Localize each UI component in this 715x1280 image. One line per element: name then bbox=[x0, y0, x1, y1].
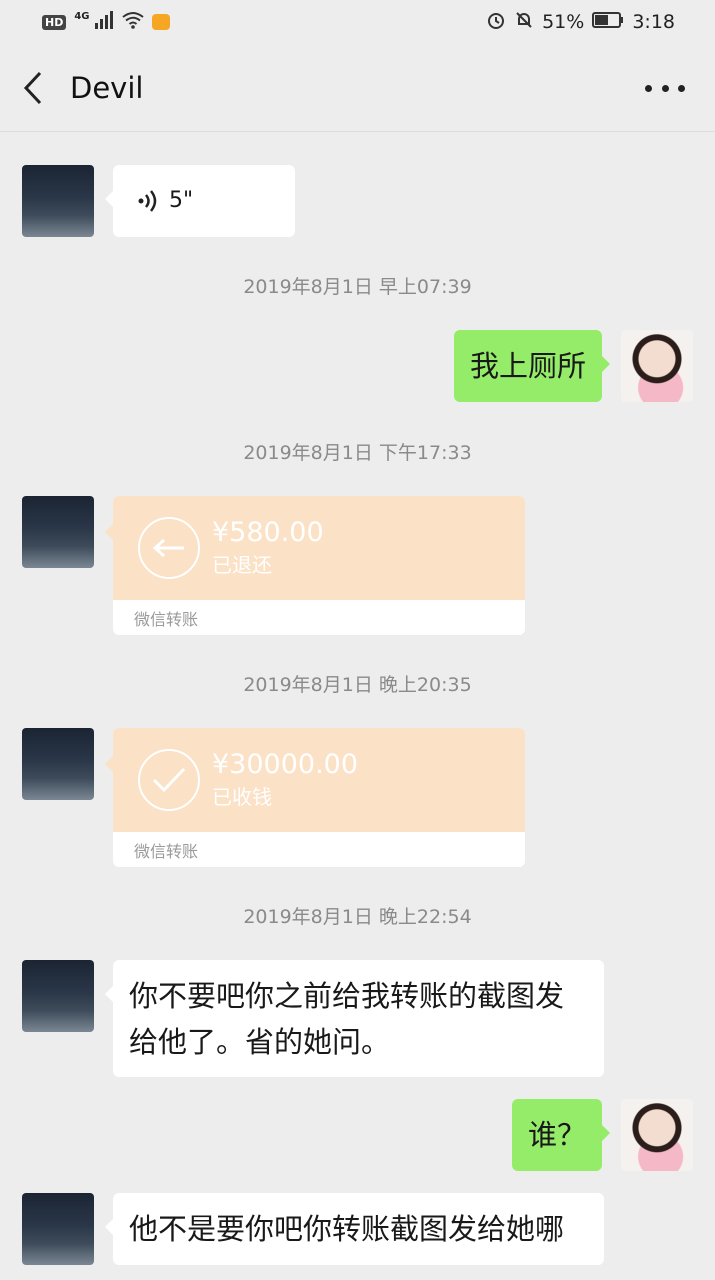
clock-time: 3:18 bbox=[632, 11, 675, 33]
return-arrow-icon bbox=[138, 517, 200, 579]
contact-text-bubble[interactable]: 他不是要你吧你转账截图发给她哪 bbox=[105, 1193, 604, 1265]
status-left: HD 4G bbox=[42, 10, 170, 34]
transfer-status: 已收钱 bbox=[212, 785, 272, 809]
dot-icon bbox=[661, 84, 669, 92]
chat-header: Devil bbox=[0, 44, 715, 132]
transfer-status: 已退还 bbox=[212, 553, 272, 577]
status-bar: HD 4G 51% 3:18 bbox=[0, 0, 715, 44]
transfer-footer: 微信转账 bbox=[113, 832, 525, 867]
transfer-footer: 微信转账 bbox=[113, 600, 525, 635]
transfer-card[interactable]: ¥580.00 已退还 微信转账 bbox=[105, 496, 525, 635]
contact-avatar[interactable] bbox=[22, 165, 94, 237]
status-right: 51% 3:18 bbox=[486, 10, 675, 35]
check-icon bbox=[138, 749, 200, 811]
contact-avatar[interactable] bbox=[22, 728, 94, 800]
message-row: 你不要吧你之前给我转账的截图发 给他了。省的她问。 bbox=[0, 960, 715, 1077]
message-row: ¥30000.00 已收钱 微信转账 bbox=[0, 728, 715, 867]
voice-message-bubble[interactable]: 5" bbox=[105, 165, 295, 237]
timestamp: 2019年8月1日 下午17:33 bbox=[243, 442, 472, 464]
wifi-icon bbox=[121, 11, 144, 34]
mail-notification-icon bbox=[151, 14, 170, 30]
message-row: ¥580.00 已退还 微信转账 bbox=[0, 496, 715, 635]
transfer-amount: ¥30000.00 bbox=[212, 749, 359, 780]
dot-icon bbox=[645, 84, 652, 92]
chat-title: Devil bbox=[70, 70, 144, 105]
alarm-icon bbox=[486, 10, 506, 35]
mute-bell-icon bbox=[514, 10, 534, 35]
contact-text-bubble[interactable]: 你不要吧你之前给我转账的截图发 给他了。省的她问。 bbox=[105, 960, 604, 1077]
signal-icon bbox=[94, 10, 114, 34]
message-row: 5" bbox=[0, 165, 715, 237]
back-button[interactable] bbox=[22, 66, 58, 110]
voice-wave-icon bbox=[138, 190, 157, 212]
battery-icon bbox=[592, 11, 624, 33]
my-text-bubble[interactable]: 我上厕所 bbox=[453, 330, 611, 402]
chevron-left-icon bbox=[23, 71, 42, 104]
timestamp: 2019年8月1日 早上07:39 bbox=[243, 276, 472, 298]
transfer-card[interactable]: ¥30000.00 已收钱 微信转账 bbox=[105, 728, 525, 867]
timestamp: 2019年8月1日 晚上22:54 bbox=[243, 906, 472, 928]
battery-percent: 51% bbox=[542, 11, 585, 33]
message-row: 他不是要你吧你转账截图发给她哪 bbox=[0, 1193, 715, 1265]
dot-icon bbox=[678, 84, 685, 92]
message-row: 我上厕所 bbox=[0, 330, 715, 402]
hd-badge: HD bbox=[42, 14, 67, 30]
voice-duration: 5" bbox=[169, 188, 194, 213]
contact-avatar[interactable] bbox=[22, 1193, 94, 1265]
message-row: 谁？ bbox=[0, 1099, 715, 1171]
my-avatar[interactable] bbox=[621, 1099, 693, 1171]
contact-avatar[interactable] bbox=[22, 960, 94, 1032]
contact-avatar[interactable] bbox=[22, 496, 94, 568]
message-line: 给他了。省的她问。 bbox=[129, 1025, 391, 1059]
timestamp: 2019年8月1日 晚上20:35 bbox=[243, 674, 472, 696]
transfer-amount: ¥580.00 bbox=[212, 517, 324, 548]
my-avatar[interactable] bbox=[621, 330, 693, 402]
more-options-button[interactable] bbox=[645, 74, 685, 102]
network-type: 4G bbox=[74, 10, 90, 22]
my-text-bubble[interactable]: 谁？ bbox=[511, 1099, 611, 1171]
message-line: 你不要吧你之前给我转账的截图发 bbox=[129, 979, 565, 1013]
